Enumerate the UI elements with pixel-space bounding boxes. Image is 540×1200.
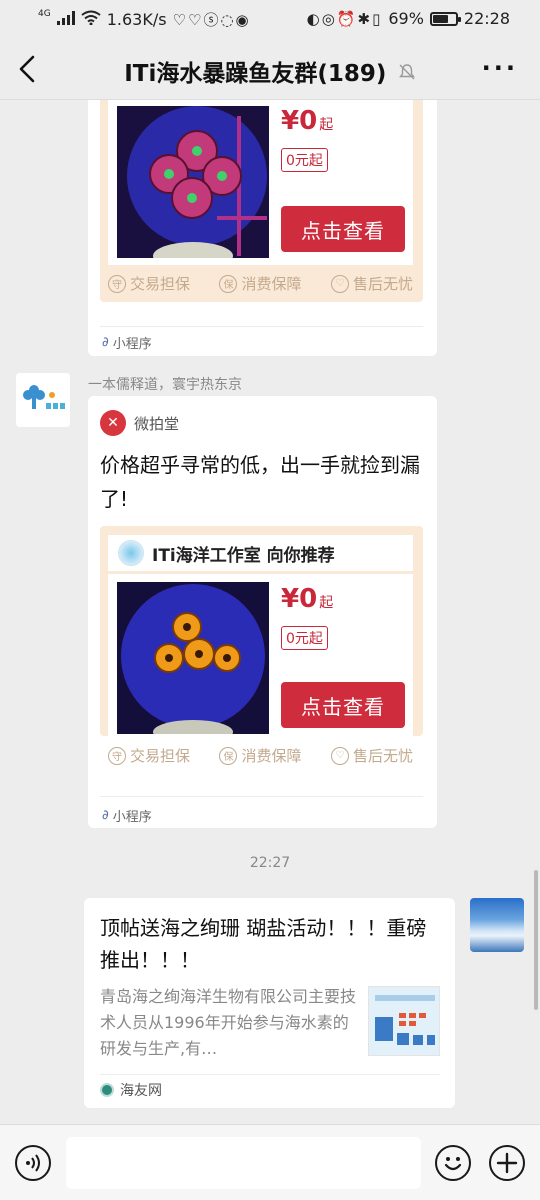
price: ¥0 起 [281,106,333,136]
badge-icon: 保 [219,746,238,765]
battery-percent: 69% [388,9,424,28]
guarantee-item: 守交易担保 [108,273,190,294]
view-button[interactable]: 点击查看 [281,206,405,252]
price-value: ¥0 [281,106,318,136]
source-row: ✕ 微拍堂 [100,410,179,436]
voice-icon[interactable] [15,1145,51,1181]
shield-icon: 守 [108,274,126,293]
wifi-icon [81,10,101,29]
guarantee-label: 交易担保 [130,747,191,765]
product-card[interactable]: ¥0 起 0元起 点击查看 守交易担保 保消费保障 ♡ 售后无忧 [100,100,423,302]
avatar[interactable] [16,373,70,427]
mini-program-message[interactable]: ✕ 微拍堂 价格超乎寻常的低，出一手就捡到漏了! ITi海洋工作室 向你推荐 ¥… [88,396,437,828]
guarantee-label: 售后无忧 [352,747,413,765]
price-suffix: 起 [319,117,334,133]
shop-logo-icon [118,540,144,566]
card-header: ITi海洋工作室 向你推荐 [108,535,413,571]
price-suffix: 起 [319,595,334,611]
message-input[interactable] [66,1137,421,1189]
chat-area[interactable]: ¥0 起 0元起 点击查看 守交易担保 保消费保障 ♡ 售后无忧 ∂ 小程序 一本儒释… [0,100,540,1124]
guarantee-label: 售后无忧 [352,275,413,293]
guarantee-row: 守交易担保 保消费保障 ♡ 售后无忧 [108,745,413,766]
network-type: 4G [38,8,51,19]
mini-program-message[interactable]: ¥0 起 0元起 点击查看 守交易担保 保消费保障 ♡ 售后无忧 ∂ 小程序 [88,100,437,356]
shield-icon: 守 [108,746,126,765]
badge-icon: 保 [219,274,238,293]
guarantee-item: ♡ 售后无忧 [330,745,413,766]
divider [100,326,423,327]
mini-program-label: ∂ 小程序 [102,806,152,825]
clock: 22:28 [463,9,510,28]
network-speed: 1.63K/s [106,10,167,29]
coral-image [117,106,269,258]
more-button[interactable]: ··· [482,54,518,82]
sender-name: 一本儒释道，寰宇热东京 [88,377,242,393]
guarantee-item: 保消费保障 [219,273,302,294]
chat-header: ITi海水暴躁鱼友群(189) ··· [0,38,540,100]
status-bar: 4G 1.63K/s ♡♡ⓢ◌◉ ◐◎⏰✱▯ 69% 22:28 [0,0,540,38]
guarantee-item: 保消费保障 [219,745,302,766]
product-card-body: ¥0 起 0元起 点击查看 [108,574,413,750]
battery-icon [429,11,461,26]
chat-title-wrap: ITi海水暴躁鱼友群(189) [0,54,540,88]
view-button[interactable]: 点击查看 [281,682,405,728]
battery-fill [432,14,449,23]
scrollbar[interactable] [534,870,538,1010]
mini-program-text: 小程序 [112,810,152,825]
thumbs-up-icon: ♡ [330,274,349,293]
message-text: 价格超乎寻常的低，出一手就捡到漏了! [100,453,420,511]
guarantee-item: ♡ 售后无忧 [330,273,413,294]
avatar[interactable] [470,898,524,952]
price-tag: 0元起 [281,148,328,172]
coral-image [117,582,269,734]
plus-icon[interactable] [489,1145,525,1181]
mini-program-icon: ∂ [102,335,109,350]
link-card-message[interactable]: 顶帖送海之绚珊 瑚盐活动！！！重磅推出！！！ 青岛海之绚海洋生物有限公司主要技术… [84,898,455,1108]
product-card[interactable]: ITi海洋工作室 向你推荐 ¥0 起 0元起 点击查看 守 交易担保 保 消费保… [100,526,423,765]
source-name: 微拍堂 [134,414,180,433]
chat-title: ITi海水暴躁鱼友群(189) [124,61,387,87]
link-source: 海友网 [100,1080,162,1100]
signal-icon [56,10,75,29]
link-description: 青岛海之绚海洋生物有限公司主要技术人员从1996年开始参与海水素的研发与生产,有… [100,987,357,1058]
divider [100,796,423,797]
guarantee-item: 守交易担保 [108,745,190,766]
mute-icon [392,64,415,86]
mini-program-icon: ∂ [102,808,109,823]
price-value: ¥0 [281,584,318,614]
guarantee-label: 消费保障 [241,747,302,765]
link-thumbnail [368,986,440,1056]
haiyou-logo-icon [100,1083,114,1097]
mini-program-text: 小程序 [112,337,152,352]
guarantee-label: 消费保障 [241,275,302,293]
guarantee-row: 守交易担保 保消费保障 ♡ 售后无忧 [108,273,413,294]
weipaitang-logo-icon: ✕ [100,410,126,436]
timestamp: 22:27 [249,855,291,871]
input-bar [0,1124,540,1200]
product-card-body: ¥0 起 0元起 点击查看 [108,100,413,265]
thumbs-up-icon: ♡ [330,746,349,765]
price: ¥0 起 [281,584,333,614]
mini-program-label: ∂ 小程序 [102,333,152,352]
emoji-icon[interactable] [435,1145,471,1181]
divider [100,1074,440,1075]
link-title: 顶帖送海之绚珊 瑚盐活动！！！重磅推出！！！ [100,916,427,972]
price-tag: 0元起 [281,626,328,650]
notification-icons: ♡♡ⓢ◌◉ [172,11,251,29]
guarantee-label: 交易担保 [130,275,191,293]
system-icons: ◐◎⏰✱▯ [306,9,383,28]
card-header-text: ITi海洋工作室 向你推荐 [152,545,335,566]
link-source-name: 海友网 [120,1083,162,1099]
